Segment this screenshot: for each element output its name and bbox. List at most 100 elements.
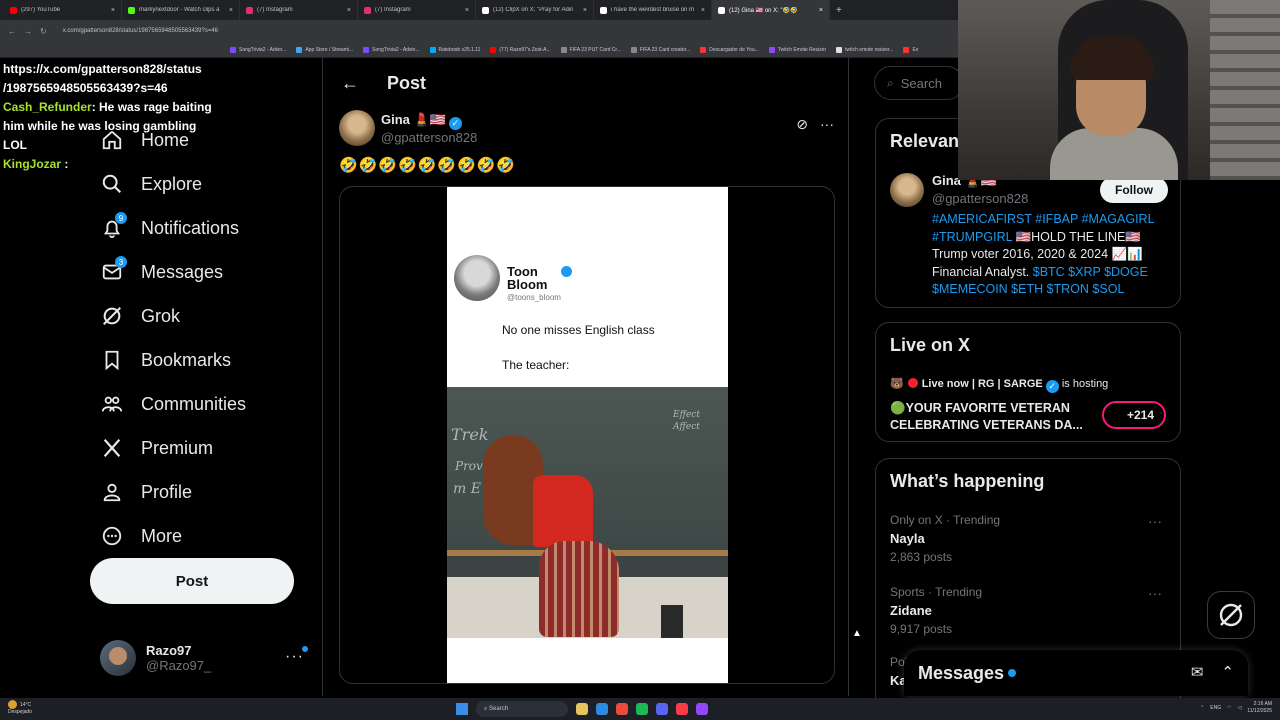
- post-media[interactable]: Toon Bloom @toons_bloom No one misses En…: [339, 186, 835, 684]
- trend-item[interactable]: Sports · Trending Zidane 9,917 posts ···: [890, 585, 1170, 636]
- space-host[interactable]: 🐻 Live now | RG | SARGE ✓ is hosting: [890, 377, 1108, 393]
- discord-icon[interactable]: [656, 703, 668, 715]
- post-button[interactable]: Post: [90, 558, 294, 604]
- close-icon[interactable]: ×: [701, 7, 705, 14]
- nav-item-messages[interactable]: 3 Messages: [90, 250, 310, 294]
- favicon-icon: [700, 46, 707, 53]
- tab-title: (7) Instagram: [257, 7, 293, 13]
- weather-widget[interactable]: 14°C Despejado: [8, 700, 32, 716]
- bookmark-label: (77) Razo97's Zest-A...: [499, 46, 551, 53]
- avatar: [100, 640, 136, 676]
- nav-item-communities[interactable]: Communities: [90, 382, 310, 426]
- bookmark-item[interactable]: Twitch Emote Resizer: [768, 46, 826, 53]
- more-horizontal-icon[interactable]: ···: [1148, 585, 1162, 601]
- post-author: Gina 💄🇺🇸 ✓ @gpatterson828 ⊘ ···: [339, 108, 834, 148]
- edge-icon[interactable]: [596, 703, 608, 715]
- bookmark-item[interactable]: twitch emote resizer...: [836, 46, 893, 53]
- author-handle[interactable]: @gpatterson828: [381, 130, 477, 145]
- bookmark-item[interactable]: SongTrivia2 - Advin...: [230, 46, 286, 53]
- close-icon[interactable]: ×: [465, 7, 469, 14]
- new-tab-button[interactable]: +: [836, 5, 842, 16]
- user-bio: #AMERICAFIRST #IFBAP #MAGAGIRL #TRUMPGIR…: [932, 211, 1172, 299]
- x-logo-icon: [100, 436, 124, 460]
- nav-badge: 3: [115, 256, 127, 268]
- author-avatar[interactable]: [339, 110, 375, 146]
- close-icon[interactable]: ×: [111, 7, 115, 14]
- file-explorer-icon[interactable]: [576, 703, 588, 715]
- background-shelf: [1210, 0, 1280, 180]
- account-switcher[interactable]: Razo97 @Razo97_ ···: [100, 638, 312, 678]
- chevron-up-icon[interactable]: ⌃: [1200, 705, 1204, 711]
- nav-item-more[interactable]: More: [90, 514, 310, 558]
- bookmark-item[interactable]: (77) Razo97's Zest-A...: [490, 46, 551, 53]
- back-arrow-icon[interactable]: ←: [8, 27, 16, 36]
- wifi-icon[interactable]: ◠: [1227, 705, 1231, 711]
- reload-icon[interactable]: ↻: [40, 27, 47, 36]
- listener-count[interactable]: +214: [1102, 401, 1166, 429]
- space-title[interactable]: 🟢YOUR FAVORITE VETERAN CELEBRATING VETER…: [890, 400, 1090, 434]
- volume-icon[interactable]: ◁: [1237, 705, 1241, 711]
- browser-tab[interactable]: (12) Gina 🇺🇸 on X: "🤣🤣 ×: [712, 0, 830, 20]
- close-icon[interactable]: ×: [583, 7, 587, 14]
- close-icon[interactable]: ×: [819, 7, 823, 14]
- bookmark-item[interactable]: FIFA 23 Card creator...: [630, 46, 690, 53]
- browser-tab[interactable]: (7) Instagram ×: [240, 0, 358, 20]
- browser-tab[interactable]: (297) YouTube ×: [4, 0, 122, 20]
- envelope-icon: 3: [100, 256, 127, 284]
- bookmark-item[interactable]: Ex: [903, 46, 918, 53]
- bookmark-item[interactable]: Rateboob v25.1.11: [429, 46, 481, 53]
- grok-icon: [1219, 603, 1243, 627]
- nav-item-bookmarks[interactable]: Bookmarks: [90, 338, 310, 382]
- browser-tab[interactable]: (12) ClipX on X: "Pray for Adin ×: [476, 0, 594, 20]
- nav-item-premium[interactable]: Premium: [90, 426, 310, 470]
- author-name[interactable]: Gina 💄🇺🇸: [381, 112, 446, 127]
- user-handle[interactable]: @gpatterson828: [932, 191, 1028, 206]
- close-icon[interactable]: ×: [229, 7, 233, 14]
- taskbar-search[interactable]: ⌕ Search: [476, 701, 568, 717]
- nav-label: Grok: [141, 305, 181, 326]
- grok-icon[interactable]: ⊘: [796, 116, 808, 133]
- embedded-avatar: [454, 255, 500, 301]
- close-icon[interactable]: ×: [347, 7, 351, 14]
- bookmark-item[interactable]: Descargador de You...: [700, 46, 759, 53]
- more-horizontal-icon[interactable]: ···: [285, 648, 304, 666]
- nav-item-profile[interactable]: Profile: [90, 470, 310, 514]
- more-horizontal-icon[interactable]: ···: [1148, 513, 1162, 529]
- search-placeholder: Search: [900, 75, 942, 91]
- chrome-icon[interactable]: [616, 703, 628, 715]
- browser-tab[interactable]: (7) Instagram ×: [358, 0, 476, 20]
- nav-item-grok[interactable]: Grok: [90, 294, 310, 338]
- bookmark-label: Rateboob v25.1.11: [438, 46, 481, 53]
- bookmark-item[interactable]: FIFA 23 PUT Card Cr...: [560, 46, 621, 53]
- music-icon[interactable]: [676, 703, 688, 715]
- windows-start-icon[interactable]: [456, 703, 468, 715]
- forward-arrow-icon[interactable]: →: [24, 27, 32, 36]
- grok-button[interactable]: [1207, 591, 1255, 639]
- bookmark-label: FIFA 23 PUT Card Cr...: [569, 46, 621, 53]
- nav-item-notifications[interactable]: 9 Notifications: [90, 206, 310, 250]
- chevron-up-icon[interactable]: ⌃: [1221, 663, 1234, 681]
- more-horizontal-icon[interactable]: ···: [820, 116, 834, 133]
- new-message-icon[interactable]: ✉: [1191, 663, 1204, 681]
- spotify-icon[interactable]: [636, 703, 648, 715]
- tab-title: (7) Instagram: [375, 7, 411, 13]
- chat-line: /1987565948505563439?s=46: [3, 81, 168, 95]
- browser-tab[interactable]: i have the weirdest bruise on m ×: [594, 0, 712, 20]
- app-icon[interactable]: [696, 703, 708, 715]
- browser-tab[interactable]: markynextdoor - Watch clips a ×: [122, 0, 240, 20]
- language-indicator[interactable]: ENG: [1210, 705, 1221, 711]
- main-column: ← Post Gina 💄🇺🇸 ✓ @gpatterson828 ⊘ ··· 🤣🤣…: [322, 58, 849, 696]
- messages-drawer[interactable]: Messages ✉ ⌃: [904, 650, 1248, 696]
- author-name-row[interactable]: Gina 💄🇺🇸 ✓: [381, 112, 477, 130]
- search-input[interactable]: ⌕ Search: [874, 66, 964, 100]
- embedded-video[interactable]: Toon Bloom @toons_bloom No one misses En…: [447, 187, 728, 683]
- bookmark-item[interactable]: SongTrivia2 - Advin...: [363, 46, 420, 53]
- avatar[interactable]: [890, 173, 924, 207]
- clock[interactable]: 2:16 AM 11/12/2025: [1247, 701, 1272, 715]
- favicon-icon: [490, 46, 497, 53]
- follow-button[interactable]: Follow: [1100, 177, 1168, 203]
- bookmark-item[interactable]: App Store / Streami...: [296, 46, 353, 53]
- url-field[interactable]: x.com/gpatterson828/status/1987565948505…: [63, 28, 218, 34]
- trend-item[interactable]: Only on X · Trending Nayla 2,863 posts ···: [890, 513, 1170, 564]
- back-arrow-icon[interactable]: ←: [341, 73, 359, 94]
